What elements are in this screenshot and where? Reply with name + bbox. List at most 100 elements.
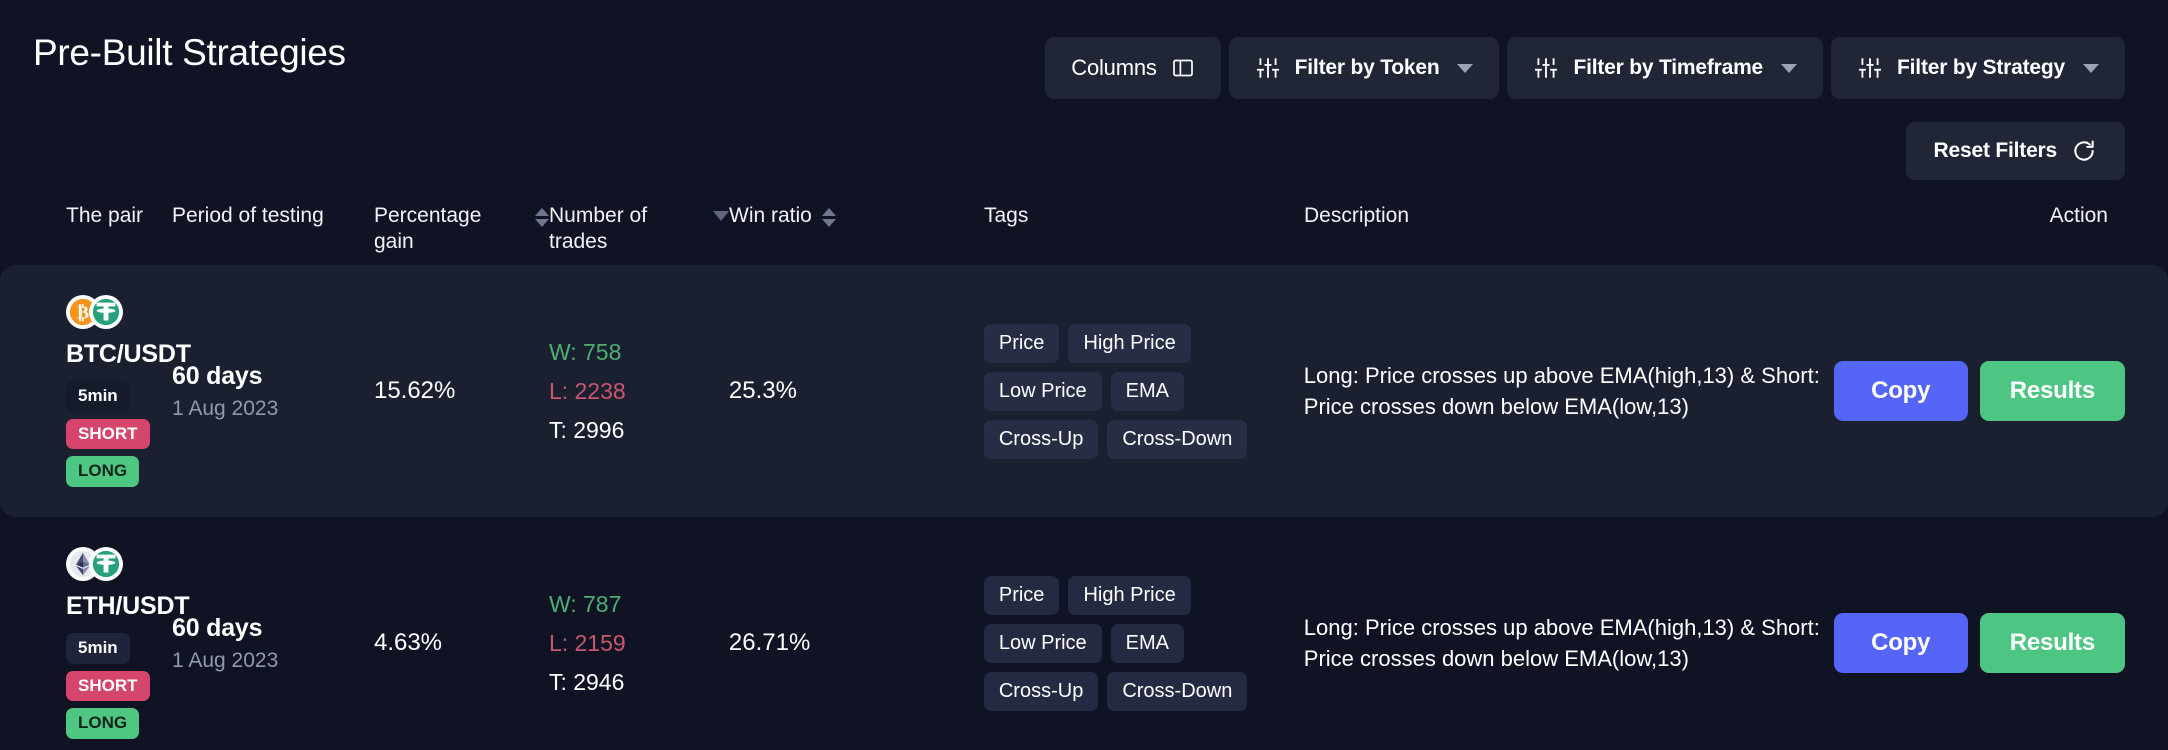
period-main: 60 days bbox=[172, 614, 374, 643]
tag[interactable]: High Price bbox=[1068, 324, 1190, 363]
trades-wins: W: 787 bbox=[549, 591, 729, 618]
column-header-label: Action bbox=[2050, 203, 2108, 229]
pair-name: BTC/USDT bbox=[66, 340, 172, 369]
sort-desc-icon bbox=[822, 219, 836, 227]
tag[interactable]: EMA bbox=[1111, 372, 1184, 411]
tag[interactable]: Low Price bbox=[984, 372, 1102, 411]
sort-icon[interactable] bbox=[822, 208, 836, 227]
cell-pair: ₿ BTC/USDT 5min SHORT LONG bbox=[0, 265, 172, 517]
badge-timeframe: 5min bbox=[66, 381, 130, 412]
page-title: Pre-Built Strategies bbox=[33, 32, 346, 74]
tag[interactable]: Cross-Up bbox=[984, 420, 1098, 459]
refresh-icon bbox=[2071, 138, 2097, 164]
column-header-label: Win ratio bbox=[729, 203, 812, 229]
period-main: 60 days bbox=[172, 362, 374, 391]
tag[interactable]: Cross-Down bbox=[1107, 420, 1247, 459]
chevron-down-icon bbox=[1457, 64, 1473, 73]
description-text: Long: Price crosses up above EMA(high,13… bbox=[1304, 360, 1834, 423]
badge-long: LONG bbox=[66, 708, 139, 739]
badge-short: SHORT bbox=[66, 419, 150, 450]
columns-button[interactable]: Columns bbox=[1045, 37, 1220, 99]
cell-period: 60 days 1 Aug 2023 bbox=[172, 517, 374, 750]
sort-desc-icon bbox=[535, 219, 549, 227]
cell-action: Copy Results bbox=[1834, 265, 2168, 517]
svg-text:₿: ₿ bbox=[77, 303, 89, 323]
toolbar: Columns bbox=[1045, 37, 2125, 99]
results-button[interactable]: Results bbox=[1980, 361, 2125, 421]
cell-win-ratio: 25.3% bbox=[729, 265, 984, 517]
column-header-label: Tags bbox=[984, 203, 1028, 229]
chevron-down-icon bbox=[2083, 64, 2099, 73]
chevron-down-icon bbox=[1781, 64, 1797, 73]
cell-period: 60 days 1 Aug 2023 bbox=[172, 265, 374, 517]
column-header-number-of-trades[interactable]: Number of trades bbox=[549, 165, 729, 256]
column-header-label: Percentage gain bbox=[374, 203, 525, 256]
filter-by-strategy-label: Filter by Strategy bbox=[1897, 56, 2065, 80]
cell-percentage-gain: 4.63% bbox=[374, 517, 549, 750]
badge-long: LONG bbox=[66, 456, 139, 487]
column-header-description[interactable]: Description bbox=[1304, 165, 1834, 229]
column-header-percentage-gain[interactable]: Percentage gain bbox=[374, 165, 549, 256]
columns-button-label: Columns bbox=[1071, 55, 1156, 81]
copy-button[interactable]: Copy bbox=[1834, 361, 1968, 421]
trades-wins: W: 758 bbox=[549, 339, 729, 366]
table-row[interactable]: ₿ BTC/USDT 5min SHORT LONG 60 days 1 Aug bbox=[0, 265, 2168, 517]
sliders-icon bbox=[1533, 55, 1559, 81]
trades-losses: L: 2159 bbox=[549, 630, 729, 657]
cell-action: Copy Results bbox=[1834, 517, 2168, 750]
filter-by-timeframe-label: Filter by Timeframe bbox=[1573, 56, 1763, 80]
tag[interactable]: Price bbox=[984, 576, 1060, 615]
column-header-period[interactable]: Period of testing bbox=[172, 165, 374, 229]
reset-filters-label: Reset Filters bbox=[1934, 139, 2057, 163]
cell-pair: ETH/USDT 5min SHORT LONG bbox=[0, 517, 172, 750]
column-header-tags[interactable]: Tags bbox=[984, 165, 1304, 229]
filter-by-token-button[interactable]: Filter by Token bbox=[1229, 37, 1500, 99]
trades-losses: L: 2238 bbox=[549, 378, 729, 405]
filter-by-timeframe-button[interactable]: Filter by Timeframe bbox=[1507, 37, 1823, 99]
copy-button[interactable]: Copy bbox=[1834, 613, 1968, 673]
sort-desc-icon[interactable] bbox=[713, 211, 729, 221]
tag[interactable]: Cross-Up bbox=[984, 672, 1098, 711]
description-text: Long: Price crosses up above EMA(high,13… bbox=[1304, 612, 1834, 675]
cell-number-of-trades: W: 787 L: 2159 T: 2946 bbox=[549, 517, 729, 750]
column-header-win-ratio[interactable]: Win ratio bbox=[729, 165, 984, 229]
sliders-icon bbox=[1255, 55, 1281, 81]
tag-list: Price High Price Low Price EMA Cross-Up … bbox=[984, 576, 1274, 711]
tag[interactable]: Cross-Down bbox=[1107, 672, 1247, 711]
sort-asc-icon bbox=[822, 208, 836, 216]
strategies-table: The pair Period of testing Percentage ga… bbox=[0, 165, 2168, 750]
column-header-label: Period of testing bbox=[172, 203, 324, 229]
cell-description: Long: Price crosses up above EMA(high,13… bbox=[1304, 517, 1834, 750]
tag[interactable]: Price bbox=[984, 324, 1060, 363]
cell-percentage-gain: 15.62% bbox=[374, 265, 549, 517]
column-header-action: Action bbox=[1834, 165, 2168, 229]
column-header-label: Number of trades bbox=[549, 203, 703, 256]
win-ratio-value: 25.3% bbox=[729, 377, 984, 405]
pair-name: ETH/USDT bbox=[66, 592, 172, 621]
tag[interactable]: EMA bbox=[1111, 624, 1184, 663]
tag-list: Price High Price Low Price EMA Cross-Up … bbox=[984, 324, 1274, 459]
cell-tags: Price High Price Low Price EMA Cross-Up … bbox=[984, 265, 1304, 517]
filter-by-token-label: Filter by Token bbox=[1295, 56, 1440, 80]
usdt-icon bbox=[89, 547, 123, 581]
filter-by-strategy-button[interactable]: Filter by Strategy bbox=[1831, 37, 2125, 99]
column-header-pair[interactable]: The pair bbox=[0, 165, 172, 229]
sort-icon[interactable] bbox=[535, 208, 549, 227]
percentage-gain-value: 15.62% bbox=[374, 377, 549, 405]
table-row[interactable]: ETH/USDT 5min SHORT LONG 60 days 1 Aug 2… bbox=[0, 517, 2168, 750]
tag[interactable]: Low Price bbox=[984, 624, 1102, 663]
badge-short: SHORT bbox=[66, 671, 150, 702]
cell-tags: Price High Price Low Price EMA Cross-Up … bbox=[984, 517, 1304, 750]
panel-icon bbox=[1171, 56, 1195, 80]
tag[interactable]: High Price bbox=[1068, 576, 1190, 615]
column-header-label: Description bbox=[1304, 203, 1409, 229]
cell-win-ratio: 26.71% bbox=[729, 517, 984, 750]
pair-icons: ₿ bbox=[66, 295, 172, 329]
pair-icons bbox=[66, 547, 172, 581]
cell-description: Long: Price crosses up above EMA(high,13… bbox=[1304, 265, 1834, 517]
results-button[interactable]: Results bbox=[1980, 613, 2125, 673]
period-date: 1 Aug 2023 bbox=[172, 397, 374, 421]
sort-asc-icon bbox=[535, 208, 549, 216]
badge-timeframe: 5min bbox=[66, 633, 130, 664]
usdt-icon bbox=[89, 295, 123, 329]
